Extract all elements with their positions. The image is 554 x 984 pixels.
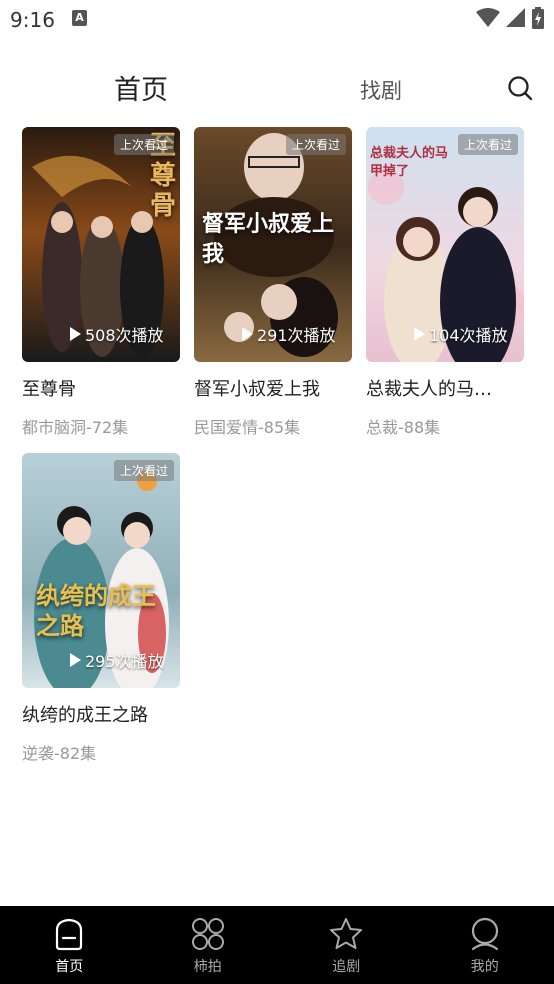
poster-title: 纨绔的成王之路 (36, 581, 156, 640)
play-count: 508次播放 (70, 322, 164, 346)
profile-icon (471, 917, 498, 951)
play-count-label: 295次播放 (85, 652, 164, 671)
status-time: 9:16 (10, 8, 55, 32)
nav-shipai[interactable]: 柿拍 (139, 906, 278, 984)
play-icon (414, 327, 425, 341)
poster[interactable]: 至尊骨 上次看过 508次播放 (22, 127, 180, 362)
tab-home[interactable]: 首页 (114, 68, 168, 107)
play-icon (70, 653, 81, 667)
play-count-label: 291次播放 (257, 326, 336, 345)
show-title[interactable]: 督军小叔爱上我 (194, 375, 352, 401)
nav-profile[interactable]: 我的 (416, 906, 554, 984)
wifi-icon (476, 8, 500, 27)
play-count: 291次播放 (242, 322, 336, 346)
status-bar: 9:16 A (0, 0, 554, 38)
last-watched-badge: 上次看过 (457, 134, 518, 155)
star-icon (330, 918, 363, 949)
play-count-label: 104次播放 (429, 326, 508, 345)
show-meta: 总裁-88集 (366, 418, 441, 437)
grid-icon (191, 918, 224, 950)
show-title[interactable]: 至尊骨 (22, 375, 180, 401)
bottom-nav: 首页 柿拍 追剧 我的 (0, 906, 554, 984)
play-icon (70, 327, 81, 341)
status-icons (476, 7, 544, 29)
poster-title: 督军小叔爱上我 (202, 211, 335, 267)
poster-title: 总裁夫人的马甲掉了 (370, 146, 449, 179)
nav-home[interactable]: 首页 (0, 906, 139, 984)
signal-icon (506, 8, 525, 27)
nav-zhuiju[interactable]: 追剧 (277, 906, 416, 984)
battery-icon (532, 7, 544, 29)
poster[interactable]: 督军小叔爱上我 上次看过 291次播放 (194, 127, 352, 362)
play-count-label: 508次播放 (85, 326, 164, 345)
show-title[interactable]: 纨绔的成王之路 (22, 701, 180, 727)
show-card[interactable]: 总裁夫人的马甲掉了 上次看过 104次播放 总裁夫人的马… 总裁-88集 (366, 127, 524, 438)
header: 首页 找剧 (0, 60, 554, 112)
last-watched-badge: 上次看过 (285, 134, 346, 155)
play-count: 295次播放 (70, 648, 164, 672)
show-card[interactable]: 纨绔的成王之路 上次看过 295次播放 纨绔的成王之路 逆袭-82集 (22, 453, 180, 764)
home-icon (56, 918, 83, 951)
show-meta: 逆袭-82集 (22, 744, 97, 763)
nav-label: 首页 (55, 959, 84, 975)
play-icon (242, 327, 253, 341)
search-icon[interactable] (506, 74, 534, 102)
show-title[interactable]: 总裁夫人的马… (366, 375, 524, 401)
poster[interactable]: 纨绔的成王之路 上次看过 295次播放 (22, 453, 180, 688)
last-watched-badge: 上次看过 (113, 460, 174, 481)
show-meta: 都市脑洞-72集 (22, 418, 129, 437)
notification-icon: A (72, 10, 87, 26)
nav-label: 我的 (470, 959, 499, 975)
play-count: 104次播放 (414, 322, 508, 346)
nav-label: 追剧 (332, 959, 361, 975)
show-meta: 民国爱情-85集 (194, 418, 301, 437)
poster[interactable]: 总裁夫人的马甲掉了 上次看过 104次播放 (366, 127, 524, 362)
show-card[interactable]: 督军小叔爱上我 上次看过 291次播放 督军小叔爱上我 民国爱情-85集 (194, 127, 352, 438)
show-card[interactable]: 至尊骨 上次看过 508次播放 至尊骨 都市脑洞-72集 (22, 127, 180, 438)
last-watched-badge: 上次看过 (113, 134, 174, 155)
nav-label: 柿拍 (193, 959, 222, 975)
tab-find[interactable]: 找剧 (360, 75, 402, 105)
